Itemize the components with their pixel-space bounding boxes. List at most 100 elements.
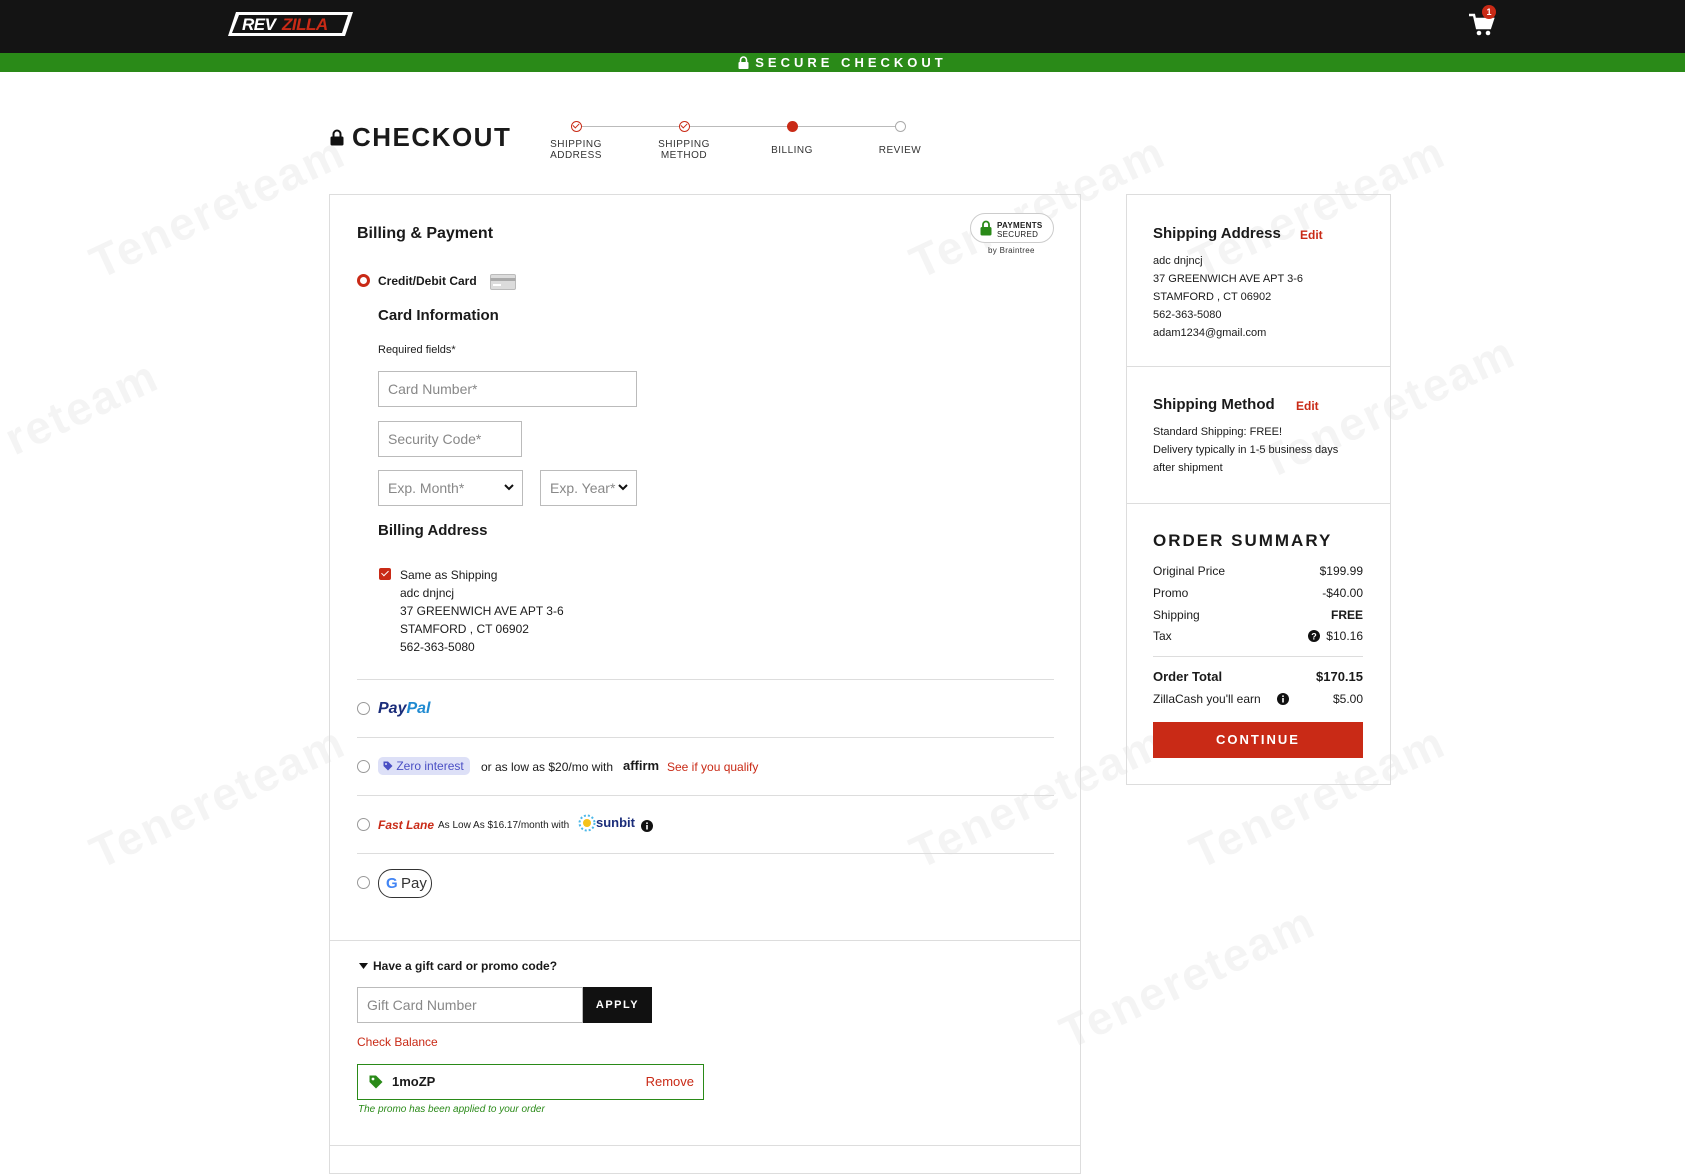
shipping-address-heading: Shipping Address <box>1153 225 1281 242</box>
sunbit-logo: sunbit <box>596 815 635 830</box>
exp-month-select[interactable]: Exp. Month* <box>378 470 523 506</box>
fast-lane-label: Fast Lane <box>378 818 435 832</box>
security-code-input[interactable] <box>378 421 522 457</box>
checkout-heading: CHECKOUT <box>330 122 511 153</box>
google-pay-button[interactable]: G Pay <box>378 869 432 898</box>
svg-text:REV: REV <box>242 15 278 34</box>
zillacash-value: $5.00 <box>1332 692 1363 706</box>
cart-count-badge: 1 <box>1482 5 1496 19</box>
edit-shipping-method-link[interactable]: Edit <box>1296 399 1319 413</box>
summary-row-tax: Tax ? $10.16 <box>1153 629 1363 643</box>
same-as-shipping-checkbox[interactable] <box>379 568 391 580</box>
sunbit-sun-icon <box>578 814 596 832</box>
step-label-line1: REVIEW <box>878 145 922 156</box>
promo-applied-message: The promo has been applied to your order <box>358 1104 545 1115</box>
caret-down-icon[interactable] <box>359 963 368 970</box>
braintree-credit: by Braintree <box>988 246 1035 255</box>
google-g-icon: G <box>386 875 398 892</box>
secure-checkout-label: SECURE CHECKOUT <box>755 55 947 70</box>
info-icon[interactable] <box>1277 693 1289 705</box>
same-as-shipping-label[interactable]: Same as Shipping <box>400 566 497 584</box>
step-current-dot-icon <box>786 121 798 132</box>
tag-icon <box>369 1075 383 1089</box>
required-fields-note: Required fields* <box>378 344 456 356</box>
gift-card-number-input[interactable] <box>357 987 583 1023</box>
credit-card-option-label[interactable]: Credit/Debit Card <box>378 274 477 288</box>
help-icon[interactable]: ? <box>1308 630 1320 642</box>
shipping-address-line: 37 GREENWICH AVE APT 3-6 <box>1153 273 1303 285</box>
step-label-line2: ADDRESS <box>550 150 602 161</box>
summary-value: $10.16 <box>1326 629 1363 643</box>
exp-year-placeholder: Exp. Year* <box>550 480 616 496</box>
zero-interest-label: Zero interest <box>396 759 464 773</box>
step-shipping-address[interactable]: SHIPPING ADDRESS <box>521 118 631 161</box>
credit-card-icon <box>490 274 516 290</box>
billing-payment-heading: Billing & Payment <box>357 225 494 242</box>
apply-button[interactable]: APPLY <box>583 987 652 1023</box>
shipping-email: adam1234@gmail.com <box>1153 327 1267 339</box>
exp-year-select[interactable]: Exp. Year* <box>540 470 637 506</box>
step-complete-check-icon <box>678 121 690 132</box>
card-number-input[interactable] <box>378 371 637 407</box>
shipping-address-line: STAMFORD , CT 06902 <box>1153 291 1272 303</box>
paypal-radio[interactable] <box>357 702 370 715</box>
applied-promo-box: 1moZP Remove <box>357 1064 704 1100</box>
google-pay-label: Pay <box>401 875 427 892</box>
step-shipping-method[interactable]: SHIPPING METHOD <box>629 118 739 161</box>
affirm-text: or as low as $20/mo with <box>481 760 614 774</box>
lock-icon <box>738 56 749 69</box>
step-label-line2: METHOD <box>660 150 708 161</box>
chevron-down-icon <box>504 484 514 491</box>
billing-address-line: adc dnjncj <box>400 586 455 600</box>
remove-promo-link[interactable]: Remove <box>646 1074 694 1089</box>
zillacash-row: ZillaCash you'll earn $5.00 <box>1153 692 1363 706</box>
step-review: REVIEW <box>845 118 955 156</box>
card-information-heading: Card Information <box>378 307 499 324</box>
summary-row-promo: Promo -$40.00 <box>1153 586 1363 600</box>
checkout-title: CHECKOUT <box>352 122 512 152</box>
order-total-row: Order Total $170.15 <box>1153 669 1363 684</box>
summary-value: -$40.00 <box>1322 586 1363 600</box>
check-balance-link[interactable]: Check Balance <box>357 1035 438 1049</box>
shipping-method-line: Standard Shipping: FREE! <box>1153 426 1283 438</box>
chevron-down-icon <box>618 484 628 491</box>
summary-label: Original Price <box>1153 564 1226 578</box>
step-label-line1: SHIPPING <box>658 139 710 150</box>
sunbit-text: As Low As $16.17/month with <box>438 820 570 831</box>
shipping-method-line: after shipment <box>1153 462 1223 474</box>
google-pay-radio[interactable] <box>357 876 370 889</box>
step-label-line1: SHIPPING <box>550 139 602 150</box>
secure-checkout-banner: SECURE CHECKOUT <box>0 53 1685 72</box>
billing-address-line: 562-363-5080 <box>400 640 475 654</box>
summary-label: Tax <box>1153 629 1172 643</box>
badge-line1: PAYMENTS <box>997 221 1043 230</box>
edit-shipping-address-link[interactable]: Edit <box>1300 228 1323 242</box>
gift-card-promo-toggle[interactable]: Have a gift card or promo code? <box>373 959 557 973</box>
summary-label: Shipping <box>1153 608 1200 622</box>
billing-address-line: 37 GREENWICH AVE APT 3-6 <box>400 604 564 618</box>
continue-button[interactable]: CONTINUE <box>1153 722 1363 758</box>
credit-card-radio[interactable] <box>357 274 370 287</box>
paypal-logo-part2: Pal <box>406 700 431 717</box>
lock-icon <box>980 220 992 236</box>
zero-interest-pill: Zero interest <box>378 757 470 775</box>
step-complete-check-icon <box>570 121 582 132</box>
lock-icon <box>330 129 344 146</box>
paypal-logo[interactable]: PayPal <box>378 700 430 718</box>
sunbit-radio[interactable] <box>357 818 370 831</box>
order-summary-heading: ORDER SUMMARY <box>1153 531 1333 550</box>
affirm-logo: affirm <box>623 758 660 773</box>
info-icon[interactable] <box>641 820 653 832</box>
applied-promo-code: 1moZP <box>392 1074 436 1089</box>
summary-value: FREE <box>1330 608 1363 622</box>
order-sidebar: Shipping Address Edit adc dnjncj 37 GREE… <box>1126 194 1391 785</box>
affirm-radio[interactable] <box>357 760 370 773</box>
shipping-address-line: adc dnjncj <box>1153 255 1203 267</box>
checkout-progress-steps: SHIPPING ADDRESS SHIPPING METHOD BILLING… <box>520 118 921 168</box>
billing-payment-panel: Billing & Payment PAYMENTS SECURED by Br… <box>329 194 1081 1174</box>
svg-text:?: ? <box>1311 632 1317 642</box>
revzilla-logo[interactable]: REV ZILLA <box>228 10 353 38</box>
order-total-label: Order Total <box>1153 669 1223 684</box>
see-if-you-qualify-link[interactable]: See if you qualify <box>667 760 758 774</box>
step-label-line1: BILLING <box>771 145 813 156</box>
